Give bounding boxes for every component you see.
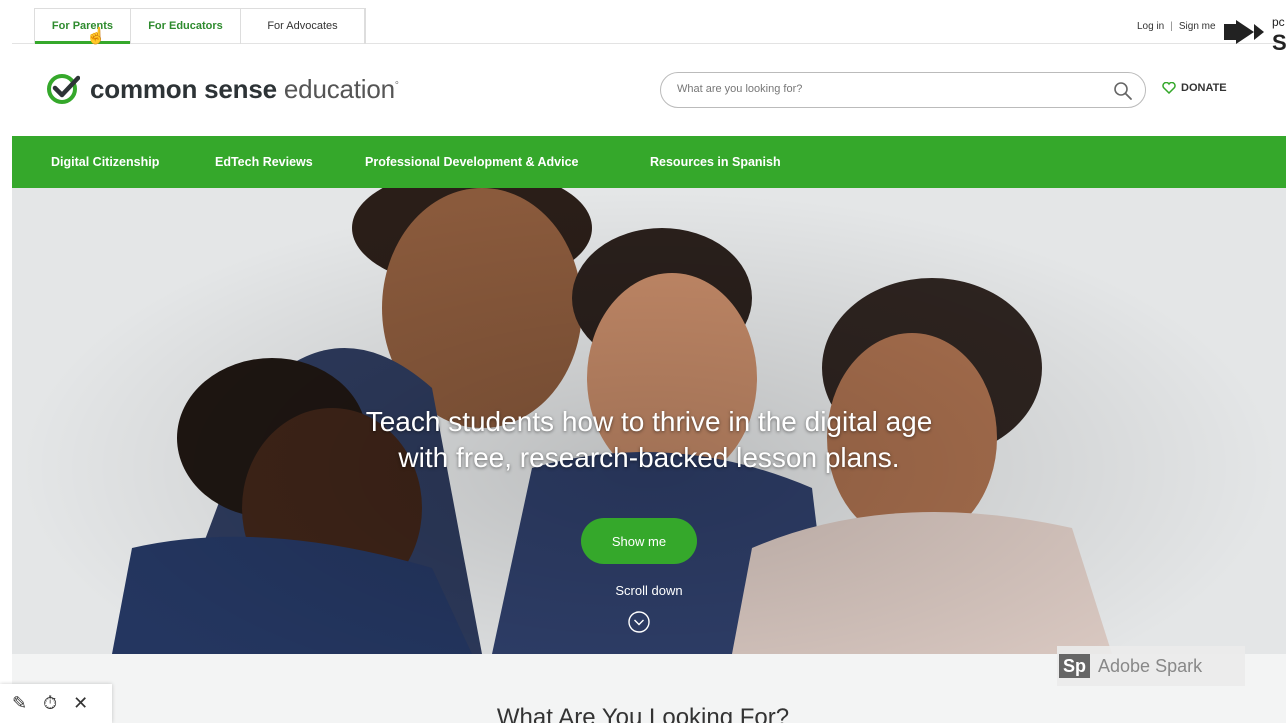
search-bar [660,72,1146,108]
login-link[interactable]: Log in [1137,21,1164,32]
hero-headline-line2: with free, research-backed lesson plans. [398,442,900,473]
donate-label: DONATE [1181,82,1227,94]
adobe-spark-watermark: Sp Adobe Spark [1057,646,1245,686]
tab-for-parents[interactable]: For Parents [35,9,131,44]
signup-link[interactable]: Sign me [1179,21,1216,32]
close-icon[interactable]: ✕ [73,693,88,714]
search-input[interactable] [677,83,1097,95]
recorder-controls: ✎ ⏱ ✕ [0,684,112,723]
site-name-bold: common sense [90,73,277,104]
spark-badge: Sp [1059,654,1091,678]
site-logo[interactable]: common sense education° [46,72,399,106]
tab-for-educators[interactable]: For Educators [131,9,241,44]
hand-cursor-icon: ☝ [86,28,106,45]
nav-digital-citizenship[interactable]: Digital Citizenship [51,155,159,169]
checkmark-logo-icon [47,74,80,104]
recorder-logo-text: pc [1272,15,1285,29]
audience-bar: For Parents For Educators For Advocates … [12,0,1286,44]
site-name: common sense education° [90,74,399,105]
site-name-mark: ° [394,79,399,91]
main-nav: Digital Citizenship EdTech Reviews Profe… [12,136,1286,188]
site-name-light: education [283,73,395,104]
hero-headline-line1: Teach students how to thrive in the digi… [365,406,933,437]
hero-headline: Teach students how to thrive in the digi… [12,404,1286,476]
auth-links: Log in | Sign me [1137,21,1216,32]
screen-recorder-logo: pc S [1220,14,1286,58]
recorder-logo-icon [1224,20,1264,44]
heart-icon [1162,82,1176,94]
audience-tabs: For Parents For Educators For Advocates [34,8,366,44]
show-me-button[interactable]: Show me [581,518,697,564]
hero-banner: Teach students how to thrive in the digi… [12,188,1286,654]
section-title: What Are You Looking For? [496,704,790,723]
auth-separator: | [1170,21,1173,32]
nav-professional-development[interactable]: Professional Development & Advice [365,155,579,169]
pen-icon[interactable]: ✎ [12,693,27,714]
tab-for-advocates[interactable]: For Advocates [241,9,365,44]
spark-label: Adobe Spark [1098,655,1203,676]
donate-button[interactable]: DONATE [1162,82,1227,94]
scroll-down-label[interactable]: Scroll down [12,583,1286,598]
nav-resources-spanish[interactable]: Resources in Spanish [650,155,781,169]
chevron-down-circle-icon[interactable] [627,610,651,634]
recorder-logo-letter: S [1272,30,1286,55]
search-icon[interactable] [1113,81,1133,101]
timer-icon[interactable]: ⏱ [43,693,57,714]
nav-edtech-reviews[interactable]: EdTech Reviews [215,155,313,169]
